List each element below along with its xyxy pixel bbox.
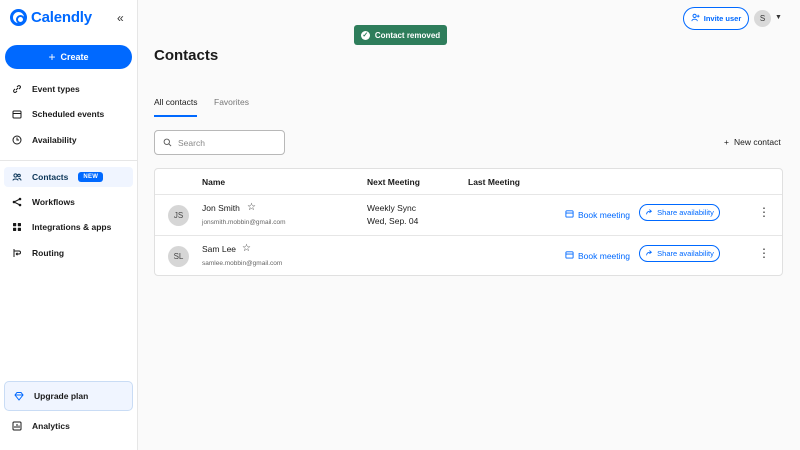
toast-notification: ✓ Contact removed [354,25,447,45]
calendly-logo-icon [10,9,27,26]
sidebar-item-label: Scheduled events [32,109,105,119]
workflow-icon [12,197,22,207]
contacts-icon [12,172,22,182]
contact-email: jonsmith.mobbin@gmail.com [202,219,286,226]
routing-icon [12,248,22,258]
table-row[interactable]: JS Jon Smith ☆ jonsmith.mobbin@gmail.com… [155,194,782,235]
sidebar-item-label: Contacts [32,172,69,182]
star-icon[interactable]: ☆ [242,243,251,254]
share-availability-button[interactable]: Share availability [639,204,720,221]
sidebar-item-contacts[interactable]: Contacts NEW [4,167,133,187]
sidebar-divider [0,160,137,161]
next-meeting-date: Wed, Sep. 04 [367,216,419,226]
main-content: ✓ Contact removed Invite user S ▼ Contac… [138,0,800,450]
sidebar-item-scheduled-events[interactable]: Scheduled events [4,104,133,124]
book-meeting-button[interactable]: Book meeting [565,250,630,261]
invite-user-label: Invite user [703,14,742,23]
star-icon[interactable]: ☆ [247,202,256,213]
book-meeting-button[interactable]: Book meeting [565,209,630,220]
book-meeting-label: Book meeting [578,209,630,220]
upgrade-label: Upgrade plan [34,391,89,401]
active-tab-indicator [154,115,197,117]
new-badge: NEW [78,172,104,182]
tab-favorites[interactable]: Favorites [214,97,249,107]
sidebar-item-label: Analytics [32,421,70,431]
create-label: Create [60,52,89,62]
share-availability-label: Share availability [657,208,714,217]
contact-email: samlee.mobbin@gmail.com [202,260,283,267]
upgrade-plan-button[interactable]: Upgrade plan [4,381,133,411]
diamond-icon [14,391,24,401]
sidebar-item-event-types[interactable]: Event types [4,79,133,99]
new-contact-label: New contact [733,137,781,147]
clock-icon [12,135,22,145]
share-availability-button[interactable]: Share availability [639,245,720,262]
sidebar-item-label: Availability [32,135,77,145]
more-options-icon[interactable]: ⋮ [758,247,770,259]
add-user-icon [691,13,700,24]
sidebar-item-analytics[interactable]: Analytics [4,416,133,436]
search-icon [163,134,172,152]
calendar-icon [565,250,574,261]
more-options-icon[interactable]: ⋮ [758,206,770,218]
check-icon: ✓ [360,30,370,40]
sidebar-item-label: Routing [32,248,65,258]
sidebar-item-label: Integrations & apps [32,222,112,232]
book-meeting-label: Book meeting [578,250,630,261]
link-icon [12,84,22,94]
calendar-icon [12,109,22,119]
search-input[interactable] [178,137,278,148]
user-avatar[interactable]: S [754,10,771,27]
next-meeting-title: Weekly Sync [367,203,416,213]
caret-down-icon[interactable]: ▼ [775,14,782,21]
contact-name[interactable]: Jon Smith [202,203,240,213]
plus-icon: + [724,137,729,147]
column-header-last-meeting[interactable]: Last Meeting [468,177,520,187]
new-contact-button[interactable]: + New contact [724,137,781,147]
plus-icon: + [48,50,56,64]
column-header-name[interactable]: Name [202,177,225,187]
sidebar-item-label: Event types [32,84,80,94]
sidebar-item-routing[interactable]: Routing [4,243,133,263]
sidebar-item-workflows[interactable]: Workflows [4,192,133,212]
create-button[interactable]: + Create [5,45,132,69]
share-availability-label: Share availability [657,249,714,258]
column-header-next-meeting[interactable]: Next Meeting [367,177,420,187]
calendly-logo[interactable]: Calendly [10,9,92,26]
sidebar-item-label: Workflows [32,197,75,207]
contact-avatar: JS [168,205,189,226]
contacts-table: Name Next Meeting Last Meeting JS Jon Sm… [154,168,783,276]
toast-message: Contact removed [374,30,441,40]
search-field[interactable] [154,130,285,155]
share-icon [645,208,653,218]
grid-icon [12,222,22,232]
sidebar: Calendly « + Create Event types Schedule… [0,0,138,450]
page-title: Contacts [154,47,219,64]
sidebar-item-integrations[interactable]: Integrations & apps [4,217,133,237]
tab-all-contacts[interactable]: All contacts [154,97,197,107]
calendar-icon [565,209,574,220]
analytics-icon [12,421,22,431]
share-icon [645,249,653,259]
contact-name[interactable]: Sam Lee [202,244,236,254]
contact-avatar: SL [168,246,189,267]
brand-name: Calendly [31,9,92,26]
invite-user-button[interactable]: Invite user [683,7,749,30]
sidebar-item-availability[interactable]: Availability [4,130,133,150]
table-row[interactable]: SL Sam Lee ☆ samlee.mobbin@gmail.com Boo… [155,235,782,276]
collapse-sidebar-icon[interactable]: « [117,11,124,25]
